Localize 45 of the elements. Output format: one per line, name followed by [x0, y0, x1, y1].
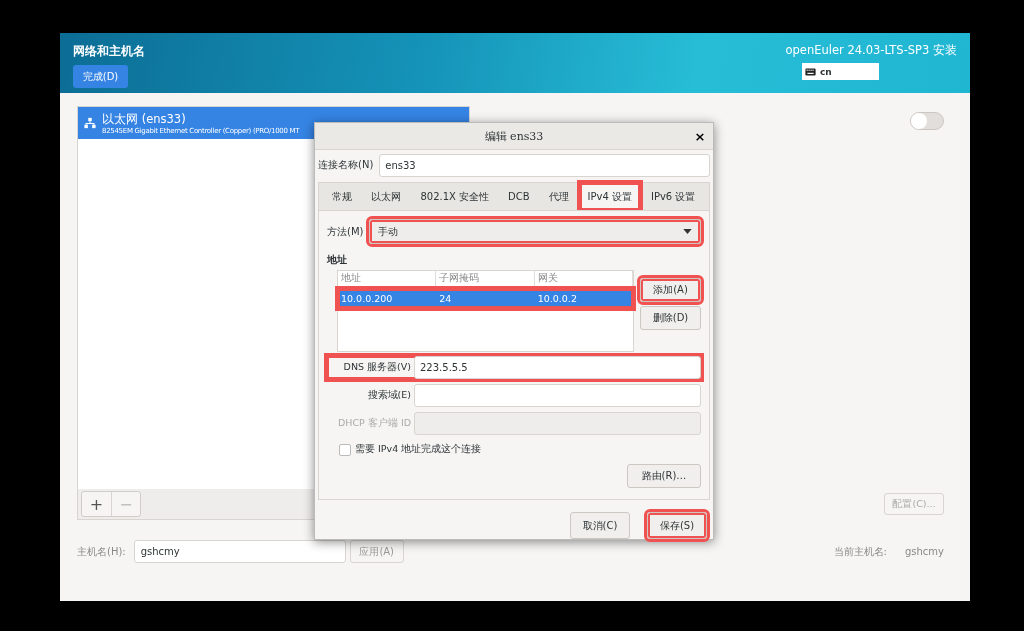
- method-dropdown[interactable]: 手动: [369, 219, 701, 244]
- hostname-input[interactable]: gshcmy: [133, 540, 346, 563]
- close-button[interactable]: ×: [691, 127, 709, 145]
- device-toggle-switch[interactable]: [910, 112, 944, 130]
- current-hostname-value: gshcmy: [904, 546, 944, 557]
- settings-tab[interactable]: 代理: [540, 183, 577, 210]
- routes-button[interactable]: 路由(R)…: [627, 464, 701, 488]
- add-address-button[interactable]: 添加(A): [640, 278, 701, 302]
- cancel-button[interactable]: 取消(C): [570, 512, 630, 539]
- add-device-button[interactable]: +: [82, 492, 111, 516]
- table-cell-text: 10.0.0.200: [340, 293, 394, 304]
- network-icon: [84, 117, 96, 129]
- keyboard-layout-text: cn: [820, 66, 832, 77]
- settings-tab[interactable]: 常规: [324, 183, 361, 210]
- keyboard-icon: [805, 67, 816, 76]
- table-cell-text: 24: [438, 293, 453, 304]
- current-hostname-label: 当前主机名:: [833, 544, 887, 559]
- address-row[interactable]: 10.0.0.200 24 10.0.0.2: [338, 289, 633, 308]
- connection-name-input[interactable]: ens33: [379, 153, 710, 177]
- delete-address-button[interactable]: 删除(D): [640, 306, 701, 330]
- settings-tab[interactable]: IPv4 设置: [579, 183, 640, 210]
- checkbox[interactable]: [339, 443, 351, 456]
- settings-tab[interactable]: 以太网: [363, 183, 410, 210]
- hostname-label: 主机名(H):: [77, 544, 126, 559]
- field-label: DNS 服务器(V): [342, 361, 411, 374]
- input-field[interactable]: [414, 384, 701, 407]
- field-label: 搜索域(E): [366, 389, 411, 402]
- addresses-heading: 地址: [327, 253, 348, 267]
- checkbox-label: 需要 IPv4 地址完成这个连接: [355, 443, 482, 456]
- save-button[interactable]: 保存(S): [647, 512, 707, 539]
- dialog-title: 编辑 ens33: [484, 128, 544, 144]
- device-name: 以太网 (ens33): [102, 111, 187, 127]
- table-cell-text: 10.0.0.2: [536, 293, 578, 304]
- method-label: 方法(M): [327, 224, 364, 239]
- product-title: openEuler 24.03-LTS-SP3 安装: [785, 43, 957, 58]
- connection-name-label: 连接名称(N): [318, 158, 374, 172]
- settings-tab[interactable]: DCB: [500, 183, 538, 210]
- done-button[interactable]: 完成(D): [73, 65, 128, 88]
- input-field[interactable]: 223.5.5.5: [414, 356, 701, 379]
- settings-tab[interactable]: IPv6 设置: [642, 183, 704, 210]
- settings-tab[interactable]: 802.1X 安全性: [412, 183, 498, 210]
- keyboard-layout-field[interactable]: cn: [802, 63, 879, 80]
- field-label: DHCP 客户端 ID: [337, 417, 411, 430]
- caret-icon: [683, 229, 692, 234]
- page-title: 网络和主机名: [73, 43, 145, 60]
